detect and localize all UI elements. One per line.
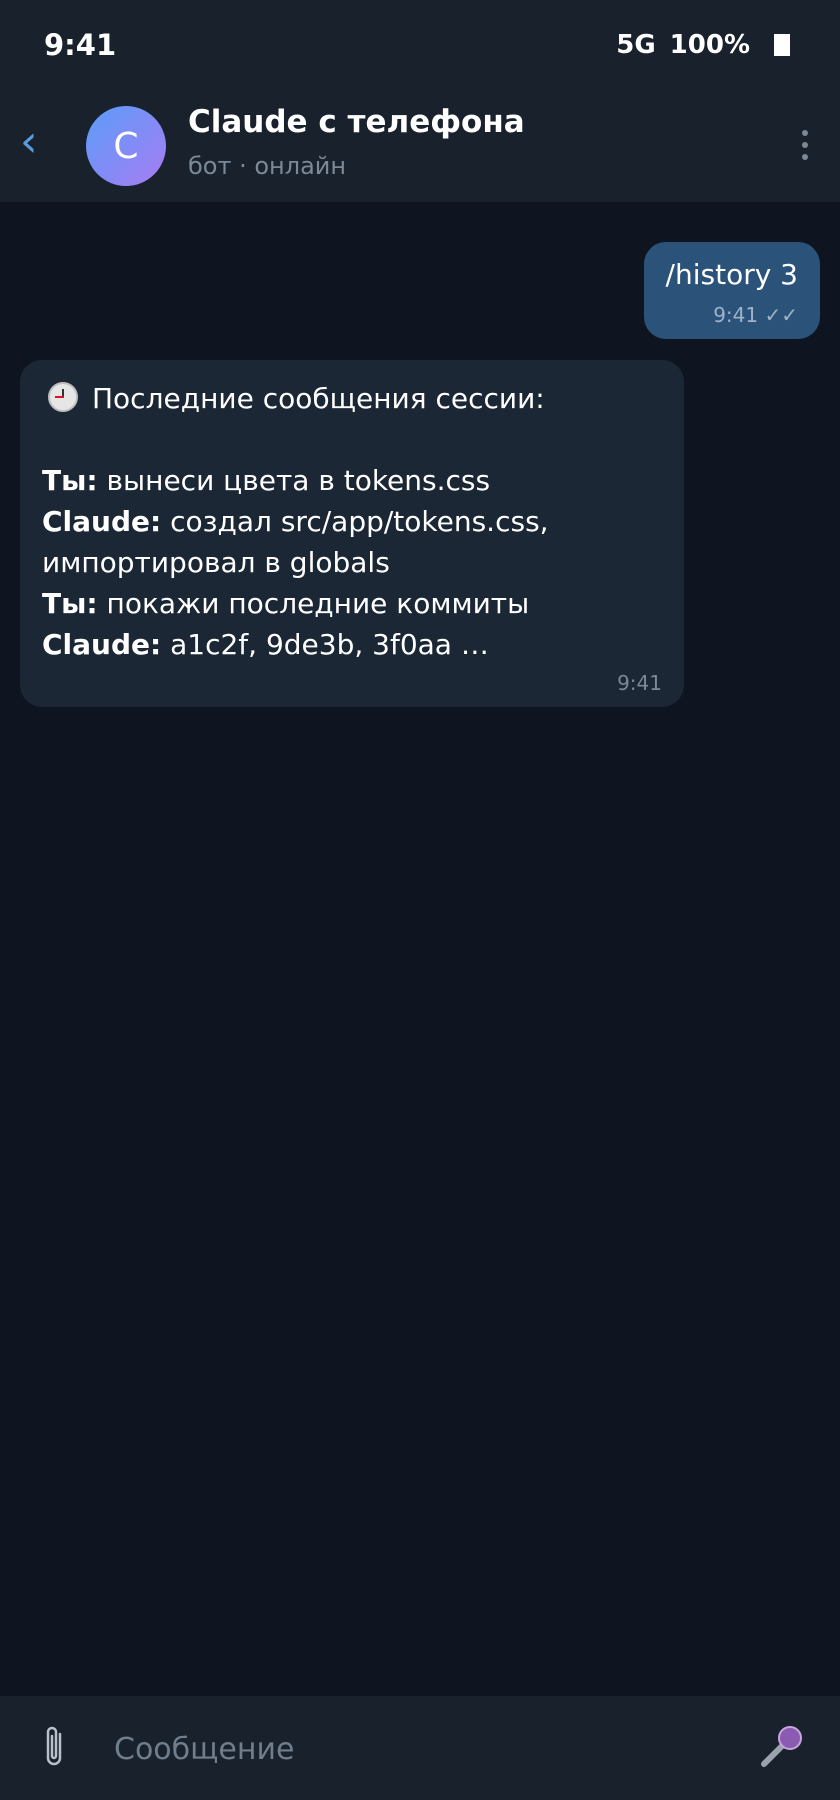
status-indicators: 5G 100% xyxy=(616,30,790,60)
message-composer xyxy=(0,1696,840,1800)
clock-icon xyxy=(48,382,78,412)
history-line: Claude: создал src/app/tokens.css, импор… xyxy=(42,501,662,583)
history-line: Claude: a1c2f, 9de3b, 3f0aa … xyxy=(42,624,662,665)
more-vertical-icon[interactable] xyxy=(802,130,808,164)
history-speaker: Ты: xyxy=(42,464,98,497)
incoming-message[interactable]: Последние сообщения сессии: Ты: вынеси ц… xyxy=(20,360,684,707)
read-checkmarks-icon: ✓✓ xyxy=(764,303,798,327)
history-text: a1c2f, 9de3b, 3f0aa … xyxy=(161,628,489,661)
history-speaker: Claude: xyxy=(42,505,162,538)
battery-label: 100% xyxy=(669,30,750,60)
chat-header: ‹ C Claude с телефона бот · онлайн xyxy=(0,92,840,202)
chat-title[interactable]: Claude с телефона xyxy=(188,104,525,140)
outgoing-message-meta: 9:41 ✓✓ xyxy=(666,303,798,327)
history-heading: Последние сообщения сессии: xyxy=(42,378,662,419)
avatar[interactable]: C xyxy=(86,106,166,186)
history-speaker: Ты: xyxy=(42,587,98,620)
paperclip-icon[interactable] xyxy=(40,1724,70,1780)
outgoing-message-text: /history 3 xyxy=(665,258,798,291)
chat-status: бот · онлайн xyxy=(188,152,347,180)
history-heading-text: Последние сообщения сессии: xyxy=(92,382,545,415)
status-bar: 9:41 5G 100% xyxy=(0,0,840,92)
battery-icon xyxy=(774,34,790,56)
history-speaker: Claude: xyxy=(42,628,162,661)
history-text: покажи последние коммиты xyxy=(97,587,530,620)
chevron-left-icon[interactable]: ‹ xyxy=(20,120,38,164)
history-line: Ты: вынеси цвета в tokens.css xyxy=(42,460,662,501)
incoming-message-time: 9:41 xyxy=(617,671,662,695)
microphone-icon[interactable] xyxy=(758,1724,804,1770)
status-time: 9:41 xyxy=(44,28,117,62)
history-text: вынеси цвета в tokens.css xyxy=(97,464,491,497)
history-line: Ты: покажи последние коммиты xyxy=(42,583,662,624)
outgoing-message-time: 9:41 xyxy=(713,303,759,327)
network-label: 5G xyxy=(616,30,656,60)
message-input[interactable] xyxy=(112,1726,716,1772)
outgoing-message[interactable]: /history 3 9:41 ✓✓ xyxy=(643,242,820,339)
